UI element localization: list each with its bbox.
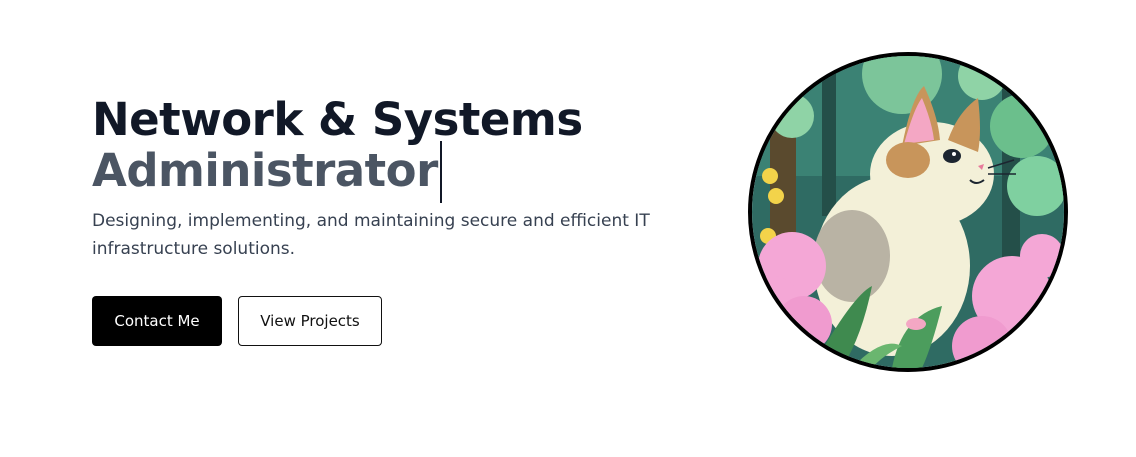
hero-buttons: Contact Me View Projects [92, 296, 692, 346]
cat-illustration-icon [752, 56, 1064, 368]
hero-text: Network & Systems Administrator Designin… [92, 96, 692, 346]
hero-title-line-2: Administrator [92, 144, 438, 197]
view-projects-button[interactable]: View Projects [238, 296, 382, 346]
avatar [748, 52, 1068, 372]
contact-me-button[interactable]: Contact Me [92, 296, 222, 346]
hero-title-line-1: Network & Systems [92, 93, 583, 146]
hero-title-line-2-wrap: Administrator [92, 141, 692, 203]
typing-caret [439, 141, 442, 203]
hero-section: Network & Systems Administrator Designin… [0, 0, 1136, 457]
hero-tagline: Designing, implementing, and maintaining… [92, 211, 650, 259]
